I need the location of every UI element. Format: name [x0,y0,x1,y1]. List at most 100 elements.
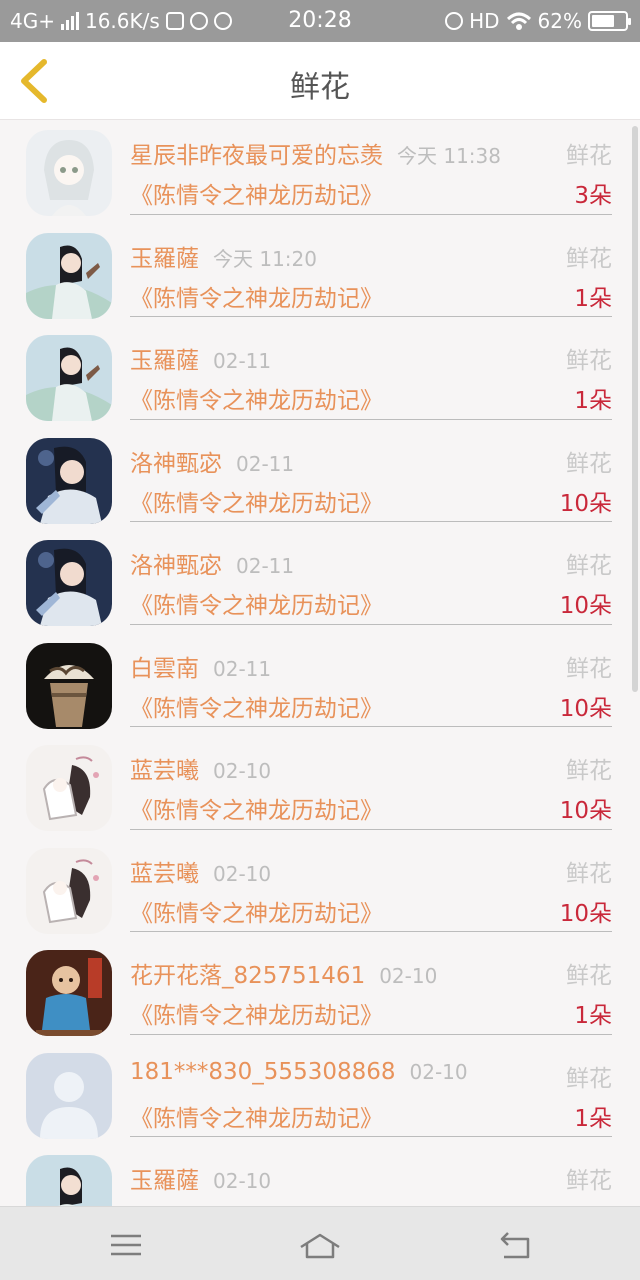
list-item[interactable]: 花开花落_825751461 02-10 鲜花 《陈情令之神龙历劫记》 1朵 [0,940,640,1043]
sender-name: 181***830_555308868 02-10 [130,1058,468,1085]
list-item[interactable]: 玉羅薩 02-10 鲜花 [0,1145,640,1206]
header-bar: 鲜花 [0,42,640,120]
book-title[interactable]: 《陈情令之神龙历劫记》 [130,689,383,723]
hd-indicator: HD [469,9,500,33]
gift-type: 鲜花 [566,143,612,169]
divider [130,316,612,317]
flower-count: 1朵 [574,285,612,312]
gift-type: 鲜花 [566,450,612,477]
book-title[interactable]: 《陈情令之神龙历劫记》 [130,484,383,518]
gift-type: 鲜花 [566,860,612,887]
scrollbar[interactable] [632,126,638,692]
send-date: 今天 11:38 [397,144,501,168]
gift-type: 鲜花 [566,1065,612,1092]
send-date: 02-10 [213,861,272,886]
battery-percent: 62% [537,9,582,33]
send-date: 02-10 [213,1169,272,1193]
divider [130,931,612,932]
divider [130,1033,612,1035]
send-date: 02-10 [379,964,438,988]
avatar [26,950,112,1036]
flower-count: 10朵 [559,593,612,619]
gift-type: 鲜花 [566,963,612,989]
sender-name: 花开花落_825751461 02-10 [130,963,438,989]
avatar [26,847,112,934]
avatar [26,335,112,421]
flower-count: 10朵 [559,798,612,824]
home-icon[interactable] [298,1225,342,1265]
avatar [26,642,112,729]
list-item[interactable]: 洛神甄宓 02-11 鲜花 《陈情令之神龙历劫记》 10朵 [0,428,640,531]
divider [130,213,612,215]
sender-name: 玉羅薩 今天 11:20 [130,245,317,272]
divider [130,828,612,830]
flower-count: 1朵 [574,1003,612,1029]
avatar [26,1155,112,1206]
battery-icon [588,11,631,31]
send-date: 02-11 [236,554,295,578]
send-date: 02-11 [213,656,272,681]
book-title[interactable]: 《陈情令之神龙历劫记》 [130,894,383,928]
send-date: 02-11 [213,349,272,373]
list-item[interactable]: 蓝芸曦 02-10 鲜花 《陈情令之神龙历劫记》 10朵 [0,735,640,838]
list-item[interactable]: 星辰非昨夜最可爱的忘羡 今天 11:38 鲜花 《陈情令之神龙历劫记》 3朵 [0,120,640,223]
avatar [26,540,112,626]
flower-count: 10朵 [559,900,612,927]
sender-name: 星辰非昨夜最可爱的忘羡 今天 11:38 [130,143,501,169]
divider [130,418,612,420]
avatar [26,232,112,319]
list-item[interactable]: 白雲南 02-11 鲜花 《陈情令之神龙历劫记》 10朵 [0,633,640,736]
flower-count: 10朵 [559,490,612,517]
gift-type: 鲜花 [566,758,612,784]
sender-name: 玉羅薩 02-11 [130,348,272,374]
system-nav-bar [0,1206,640,1280]
avatar [26,1052,112,1139]
send-date: 02-10 [409,1059,468,1084]
list-item[interactable]: 蓝芸曦 02-10 鲜花 《陈情令之神龙历劫记》 10朵 [0,838,640,941]
flower-count: 1朵 [574,1105,612,1132]
alarm-icon [445,12,464,30]
gift-type: 鲜花 [566,553,612,579]
gift-type: 鲜花 [566,245,612,272]
sender-name: 蓝芸曦 02-10 [130,860,272,887]
book-title[interactable]: 《陈情令之神龙历劫记》 [130,279,383,313]
sender-name: 洛神甄宓 02-11 [130,450,295,477]
book-title[interactable]: 《陈情令之神龙历劫记》 [130,1099,383,1133]
book-title[interactable]: 《陈情令之神龙历劫记》 [130,381,383,415]
divider [130,726,612,727]
wifi-icon [506,12,531,30]
list-item[interactable]: 玉羅薩 今天 11:20 鲜花 《陈情令之神龙历劫记》 1朵 [0,223,640,326]
list-item[interactable]: 洛神甄宓 02-11 鲜花 《陈情令之神龙历劫记》 10朵 [0,530,640,633]
flower-count: 10朵 [559,695,612,722]
book-title[interactable]: 《陈情令之神龙历劫记》 [130,586,383,620]
gift-type: 鲜花 [566,655,612,682]
list-item[interactable]: 181***830_555308868 02-10 鲜花 《陈情令之神龙历劫记》 … [0,1043,640,1146]
status-bar: 4G+ 16.6K/s 20:28 HD 62% [0,0,640,42]
menu-icon[interactable] [104,1225,148,1265]
book-title[interactable]: 《陈情令之神龙历劫记》 [130,176,383,210]
flower-count: 1朵 [574,388,612,414]
avatar [26,130,112,216]
list-item[interactable]: 玉羅薩 02-11 鲜花 《陈情令之神龙历劫记》 1朵 [0,325,640,428]
send-date: 今天 11:20 [213,246,317,271]
sender-name: 白雲南 02-11 [130,655,272,682]
book-title[interactable]: 《陈情令之神龙历劫记》 [130,996,383,1030]
divider [130,521,612,522]
divider [130,1136,612,1137]
flower-count: 3朵 [574,183,612,209]
gift-type: 鲜花 [566,348,612,374]
avatar [26,437,112,524]
send-date: 02-10 [213,759,272,783]
sender-name: 蓝芸曦 02-10 [130,758,272,784]
gift-type: 鲜花 [566,1168,612,1194]
status-right: HD 62% [445,9,631,33]
back-icon[interactable] [494,1225,538,1265]
page-title: 鲜花 [290,70,350,105]
flower-list: 星辰非昨夜最可爱的忘羡 今天 11:38 鲜花 《陈情令之神龙历劫记》 3朵 玉羅… [0,120,640,1206]
avatar [26,745,112,831]
send-date: 02-11 [236,451,295,476]
book-title[interactable]: 《陈情令之神龙历劫记》 [130,791,383,825]
sender-name: 玉羅薩 02-10 [130,1168,272,1194]
divider [130,623,612,625]
sender-name: 洛神甄宓 02-11 [130,553,295,579]
